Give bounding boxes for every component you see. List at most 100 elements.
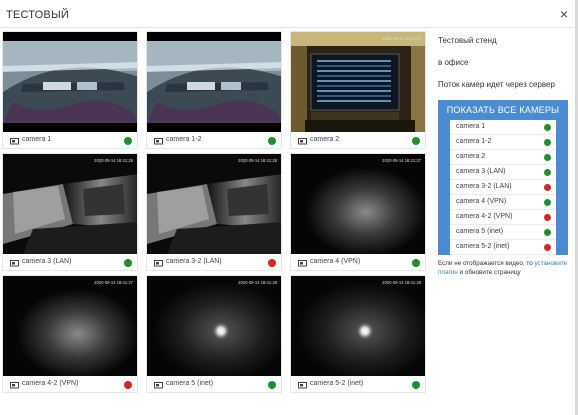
- status-dot: [544, 229, 551, 236]
- video-camera-icon: [154, 138, 163, 145]
- camera-list-item[interactable]: camera 1-2: [450, 135, 556, 150]
- camera-list-label: camera 4-2 (VPN): [456, 213, 513, 220]
- status-dot: [544, 139, 551, 146]
- camera-label: camera 3-2 (LAN): [166, 258, 222, 265]
- close-icon[interactable]: ×: [560, 7, 568, 21]
- camera-list-label: camera 5-2 (inet): [456, 243, 510, 250]
- camera-label: camera 5 (inet): [166, 380, 214, 387]
- status-dot: [412, 381, 420, 389]
- status-dot: [412, 259, 420, 267]
- camera-list-label: camera 1: [456, 123, 486, 130]
- status-dot: [124, 137, 132, 145]
- camera-card[interactable]: 2020-09-14 18:41:28 camera 3-2 (LAN): [146, 153, 282, 271]
- camera-video[interactable]: 2020-09-14 18:41:29: [3, 154, 137, 254]
- status-dot: [544, 154, 551, 161]
- camera-video[interactable]: 2020-09-14 18:41:27: [291, 154, 425, 254]
- camera-list-item[interactable]: camera 1: [450, 120, 556, 135]
- camera-list-label: camera 1-2: [456, 138, 492, 145]
- info-line: Поток камер идет через сервер: [438, 80, 555, 89]
- camera-list-label: camera 3-2 (LAN): [456, 183, 512, 190]
- status-dot: [544, 199, 551, 206]
- camera-footer: camera 1: [3, 132, 137, 148]
- camera-video[interactable]: 2020-09-14 18:41:27: [3, 276, 137, 376]
- status-dot: [544, 169, 551, 176]
- camera-label: camera 5-2 (inet): [310, 380, 364, 387]
- camera-card[interactable]: 2020-09-14 18:41:27 camera 4 (VPN): [290, 153, 426, 271]
- camera-list-item[interactable]: camera 5 (inet): [450, 225, 556, 240]
- camera-label: camera 1-2: [166, 136, 202, 143]
- show-all-panel: ПОКАЗАТЬ ВСЕ КАМЕРЫ camera 1 camera 1-2 ca…: [438, 100, 568, 255]
- camera-label: camera 1: [22, 136, 52, 143]
- camera-grid: camera 1 camera 1-2 2020-09-14 18:41:27 cam…: [2, 31, 428, 415]
- camera-label: camera 2: [310, 136, 340, 143]
- modal-header: ТЕСТОВЫЙ ×: [0, 0, 578, 28]
- camera-list-item[interactable]: camera 5-2 (inet): [450, 240, 556, 255]
- info-line: в офисе: [438, 58, 469, 67]
- camera-card[interactable]: 2020-09-14 18:41:27 camera 2: [290, 31, 426, 149]
- camera-card[interactable]: 2020-09-14 18:41:29 camera 3 (LAN): [2, 153, 138, 271]
- video-camera-icon: [154, 382, 163, 389]
- camera-video[interactable]: 2020-09-14 18:41:27: [291, 32, 425, 132]
- status-dot: [268, 259, 276, 267]
- status-dot: [544, 214, 551, 221]
- info-line: Тестовый стенд: [438, 36, 497, 45]
- camera-timestamp: 2020-09-14 18:41:27: [382, 158, 422, 163]
- camera-card[interactable]: 2020-09-14 18:41:28 camera 5 (inet): [146, 275, 282, 393]
- camera-label: camera 3 (LAN): [22, 258, 72, 265]
- notice-text: Если не отображается видео, то: [438, 260, 535, 267]
- status-dot: [124, 381, 132, 389]
- camera-timestamp: 2020-09-14 18:41:27: [382, 36, 422, 41]
- camera-list-label: camera 2: [456, 153, 486, 160]
- video-camera-icon: [298, 260, 307, 267]
- camera-list-label: camera 5 (inet): [456, 228, 504, 235]
- camera-timestamp: 2020-09-14 18:41:28: [238, 280, 278, 285]
- notice-text: и обновите страницу: [457, 269, 521, 276]
- camera-footer: camera 5 (inet): [147, 376, 281, 392]
- camera-footer: camera 5-2 (inet): [291, 376, 425, 392]
- video-camera-icon: [298, 382, 307, 389]
- camera-timestamp: 2020-09-14 18:41:27: [94, 280, 134, 285]
- camera-footer: camera 1-2: [147, 132, 281, 148]
- camera-list-item[interactable]: camera 3-2 (LAN): [450, 180, 556, 195]
- camera-label: camera 4 (VPN): [310, 258, 361, 265]
- video-camera-icon: [298, 138, 307, 145]
- modal-title: ТЕСТОВЫЙ: [6, 9, 69, 21]
- camera-video[interactable]: 2020-09-14 18:41:28: [147, 154, 281, 254]
- camera-list-item[interactable]: camera 4-2 (VPN): [450, 210, 556, 225]
- camera-footer: camera 4-2 (VPN): [3, 376, 137, 392]
- camera-list-item[interactable]: camera 2: [450, 150, 556, 165]
- camera-timestamp: 2020-09-14 18:41:29: [94, 158, 134, 163]
- camera-card[interactable]: 2020-09-14 18:41:27 camera 4-2 (VPN): [2, 275, 138, 393]
- status-dot: [268, 381, 276, 389]
- camera-list: camera 1 camera 1-2 camera 2 camera 3 (LAN)…: [450, 120, 556, 255]
- video-camera-icon: [154, 260, 163, 267]
- status-dot: [124, 259, 132, 267]
- camera-timestamp: 2020-09-14 18:41:28: [382, 280, 422, 285]
- show-all-cameras-button[interactable]: ПОКАЗАТЬ ВСЕ КАМЕРЫ: [438, 100, 568, 120]
- camera-card[interactable]: camera 1: [2, 31, 138, 149]
- camera-list-item[interactable]: camera 3 (LAN): [450, 165, 556, 180]
- camera-list-item[interactable]: camera 4 (VPN): [450, 195, 556, 210]
- camera-footer: camera 3-2 (LAN): [147, 254, 281, 270]
- status-dot: [268, 137, 276, 145]
- camera-video[interactable]: [3, 32, 137, 132]
- status-dot: [544, 184, 551, 191]
- camera-video[interactable]: 2020-09-14 18:41:28: [291, 276, 425, 376]
- camera-list-label: camera 3 (LAN): [456, 168, 506, 175]
- camera-video[interactable]: [147, 32, 281, 132]
- status-dot: [544, 124, 551, 131]
- camera-footer: camera 2: [291, 132, 425, 148]
- status-dot: [544, 244, 551, 251]
- plugin-notice: Если не отображается видео, то установит…: [438, 259, 573, 277]
- video-camera-icon: [10, 382, 19, 389]
- video-camera-icon: [10, 260, 19, 267]
- camera-card[interactable]: camera 1-2: [146, 31, 282, 149]
- camera-timestamp: 2020-09-14 18:41:28: [238, 158, 278, 163]
- video-camera-icon: [10, 138, 19, 145]
- camera-footer: camera 3 (LAN): [3, 254, 137, 270]
- camera-card[interactable]: 2020-09-14 18:41:28 camera 5-2 (inet): [290, 275, 426, 393]
- status-dot: [412, 137, 420, 145]
- camera-video[interactable]: 2020-09-14 18:41:28: [147, 276, 281, 376]
- camera-footer: camera 4 (VPN): [291, 254, 425, 270]
- camera-list-label: camera 4 (VPN): [456, 198, 507, 205]
